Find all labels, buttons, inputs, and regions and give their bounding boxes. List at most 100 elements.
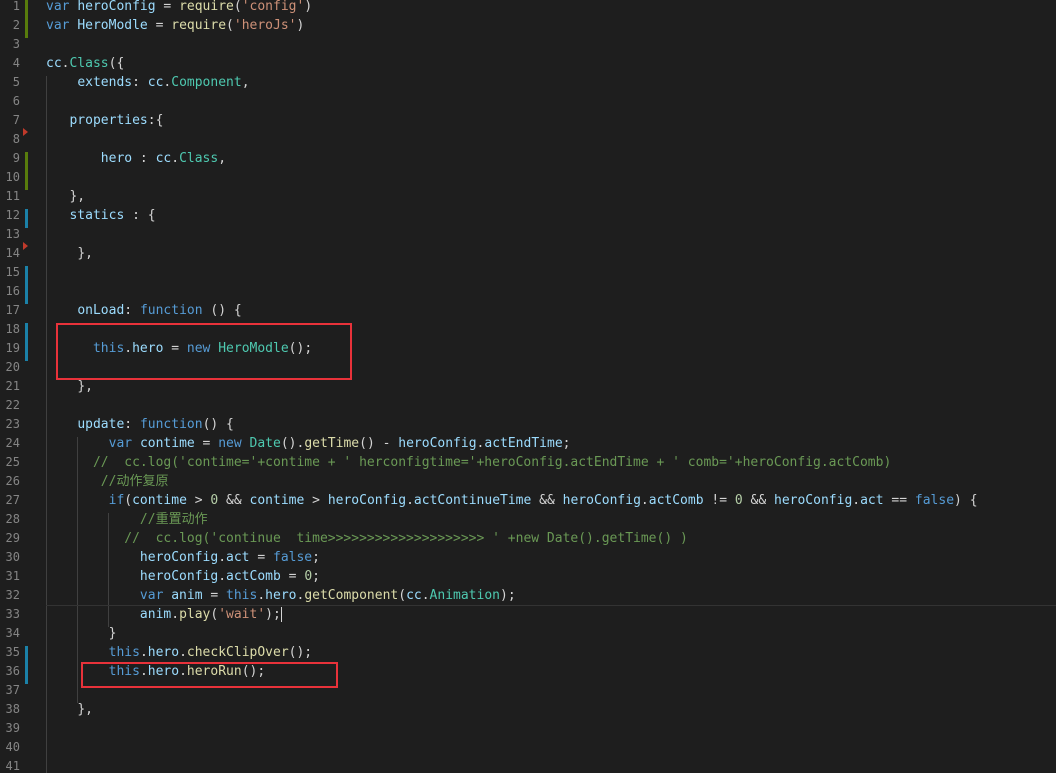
code-text: statics : { <box>46 206 155 225</box>
code-line[interactable]: 7 properties:{ <box>0 111 1056 130</box>
code-token: () { <box>202 417 234 432</box>
code-text: anim.play('wait'); <box>46 605 282 624</box>
code-token: var <box>108 436 140 451</box>
line-number: 16 <box>5 284 20 298</box>
line-number: 7 <box>12 113 20 127</box>
code-text: //动作复原 <box>46 472 169 491</box>
code-line[interactable]: 38 }, <box>0 700 1056 719</box>
code-token: : <box>124 417 140 432</box>
code-line[interactable]: 28 //重置动作 <box>0 510 1056 529</box>
code-line[interactable]: 11 }, <box>0 187 1056 206</box>
code-line[interactable]: 12 statics : { <box>0 206 1056 225</box>
code-token: > <box>304 493 328 508</box>
line-number: 21 <box>5 379 20 393</box>
code-line[interactable]: 9 hero : cc.Class, <box>0 149 1056 168</box>
code-token: Class <box>179 151 219 166</box>
code-token: actContinueTime <box>413 493 532 508</box>
code-line[interactable]: 2 var HeroModle = require('heroJs') <box>0 16 1056 35</box>
code-line[interactable]: 5 extends: cc.Component, <box>0 73 1056 92</box>
code-token: anim <box>139 607 172 622</box>
code-line[interactable]: 10 <box>0 168 1056 187</box>
code-line[interactable]: 41 <box>0 757 1056 773</box>
code-token: Date <box>249 436 281 451</box>
code-text: extends: cc.Component, <box>46 73 249 92</box>
code-token: = <box>249 550 273 565</box>
code-line[interactable]: 8 <box>0 130 1056 149</box>
code-token: . <box>852 493 861 508</box>
code-token: . <box>139 645 148 660</box>
code-line[interactable]: 16 <box>0 282 1056 301</box>
code-text: }, <box>46 244 93 263</box>
code-token: cc <box>147 75 164 90</box>
code-line[interactable]: 39 <box>0 719 1056 738</box>
code-token: heroConfig <box>398 436 477 451</box>
code-token: var <box>46 0 78 14</box>
code-token: false <box>914 493 955 508</box>
code-token: . <box>179 645 187 660</box>
line-number: 17 <box>5 303 20 317</box>
code-token: ( <box>226 18 234 33</box>
code-token: . <box>257 588 266 603</box>
code-text: this.hero.checkClipOver(); <box>46 643 313 662</box>
code-line[interactable]: 15 <box>0 263 1056 282</box>
code-line[interactable]: 14 }, <box>0 244 1056 263</box>
line-number: 31 <box>5 569 20 583</box>
code-token: ) { <box>954 493 978 508</box>
line-number: 14 <box>5 246 20 260</box>
code-line[interactable]: 32 var anim = this.hero.getComponent(cc.… <box>0 586 1056 605</box>
code-line[interactable]: 17 onLoad: function () { <box>0 301 1056 320</box>
code-line[interactable]: 33 anim.play('wait'); <box>0 605 1056 624</box>
code-line[interactable]: 23 update: function() { <box>0 415 1056 434</box>
code-text: update: function() { <box>46 415 234 434</box>
code-line[interactable]: 34 } <box>0 624 1056 643</box>
code-line[interactable]: 31 heroConfig.actComb = 0; <box>0 567 1056 586</box>
code-line[interactable]: 24 var contime = new Date().getTime() - … <box>0 434 1056 453</box>
code-token: (); <box>288 645 313 660</box>
code-line[interactable]: 25 // cc.log('contime='+contime + ' herc… <box>0 453 1056 472</box>
code-line[interactable]: 35 this.hero.checkClipOver(); <box>0 643 1056 662</box>
code-line[interactable]: 30 heroConfig.act = false; <box>0 548 1056 567</box>
line-number: 36 <box>5 664 20 678</box>
code-token: && <box>531 493 563 508</box>
code-line[interactable]: 3 <box>0 35 1056 54</box>
code-token: hero <box>265 588 297 603</box>
code-token: . <box>406 493 414 508</box>
code-token: ; <box>312 569 320 584</box>
code-token: = <box>155 0 180 14</box>
code-token: . <box>421 588 430 603</box>
code-text: var anim = this.hero.getComponent(cc.Ani… <box>46 586 516 605</box>
code-editor[interactable]: 1 var heroConfig = require('config') 2 var … <box>0 0 1056 773</box>
line-number: 26 <box>5 474 20 488</box>
line-number: 5 <box>12 75 20 89</box>
code-line[interactable]: 6 <box>0 92 1056 111</box>
code-token: && <box>742 493 774 508</box>
code-line[interactable]: 13 <box>0 225 1056 244</box>
code-line[interactable]: 40 <box>0 738 1056 757</box>
line-number: 22 <box>5 398 20 412</box>
code-text: onLoad: function () { <box>46 301 241 320</box>
code-text: } <box>46 624 117 643</box>
code-line[interactable]: 4 cc.Class({ <box>0 54 1056 73</box>
code-token: new <box>218 436 250 451</box>
line-number: 19 <box>5 341 20 355</box>
code-line[interactable]: 1 var heroConfig = require('config') <box>0 0 1056 16</box>
code-line[interactable]: 22 <box>0 396 1056 415</box>
code-line[interactable]: 26 //动作复原 <box>0 472 1056 491</box>
highlight-box-onload <box>56 323 352 380</box>
line-number: 1 <box>12 0 20 13</box>
code-token: ({ <box>108 56 125 71</box>
code-token: heroConfig <box>139 569 219 584</box>
code-token: contime <box>132 493 187 508</box>
code-token: 'wait' <box>218 607 266 622</box>
code-line[interactable]: 27 if(contime > 0 && contime > heroConfi… <box>0 491 1056 510</box>
code-token: }, <box>77 246 93 261</box>
code-text: var contime = new Date().getTime() - her… <box>46 434 571 453</box>
code-line[interactable]: 29 // cc.log('continue time>>>>>>>>>>>>>… <box>0 529 1056 548</box>
